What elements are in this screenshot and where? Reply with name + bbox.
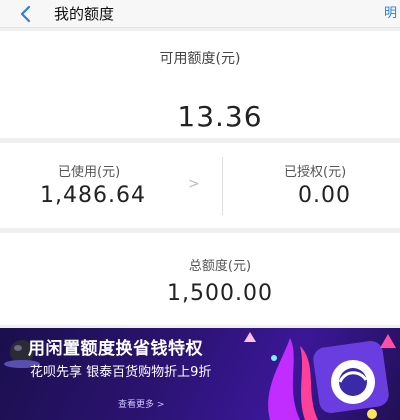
vertical-divider: [222, 157, 223, 215]
top-bar: 我的额度 明: [0, 0, 400, 28]
available-credit-value: 13.36: [177, 100, 263, 133]
used-credit-label: 已使用(元): [58, 165, 121, 180]
authorized-credit-value: 0.00: [298, 183, 351, 208]
banner-more-link[interactable]: 查看更多 >: [118, 397, 164, 410]
available-credit-card: 可用额度(元) 13.36: [0, 31, 400, 138]
total-credit-label: 总额度(元): [188, 259, 252, 274]
chevron-right-icon: >: [188, 176, 200, 192]
back-arrow-icon[interactable]: [16, 4, 36, 24]
total-credit-value: 1,500.00: [167, 281, 273, 306]
page-title: 我的额度: [54, 5, 115, 23]
credit-breakdown-card: 已使用(元) 1,486.64 > 已授权(元) 0.00: [0, 143, 400, 228]
authorized-credit-label: 已授权(元): [284, 165, 347, 180]
promo-banner[interactable]: 用闲置额度换省钱特权 花呗先享 银泰百货购物折上9折 查看更多 >: [0, 328, 400, 420]
banner-subtitle: 花呗先享 银泰百货购物折上9折: [30, 365, 212, 380]
total-credit-card: 总额度(元) 1,500.00: [0, 233, 400, 325]
used-credit-value: 1,486.64: [40, 183, 146, 208]
banner-title: 用闲置额度换省钱特权: [28, 339, 203, 359]
used-credit-row[interactable]: 已使用(元) 1,486.64 >: [0, 143, 220, 228]
available-credit-label: 可用额度(元): [159, 51, 241, 67]
details-link[interactable]: 明: [384, 5, 397, 23]
